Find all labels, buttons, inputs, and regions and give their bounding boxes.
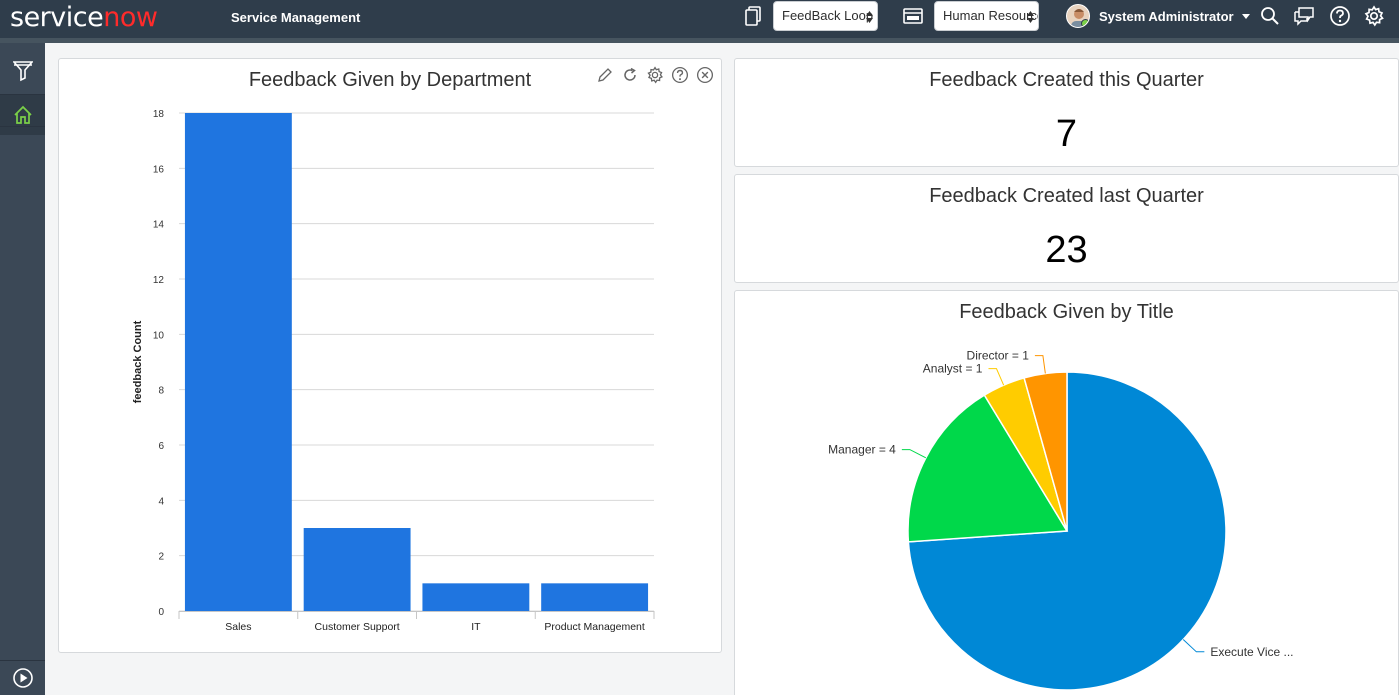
- chevron-down-icon: [1241, 13, 1250, 19]
- bar-customer-support: [303, 528, 411, 611]
- nav-filter[interactable]: [0, 51, 45, 91]
- search-icon[interactable]: [1259, 5, 1281, 27]
- x-tick-label: Customer Support: [315, 621, 400, 633]
- left-nav: [0, 43, 45, 695]
- last-quarter-widget: Feedback Created last Quarter 23: [734, 174, 1399, 283]
- last-quarter-count[interactable]: 23: [735, 229, 1398, 272]
- y-axis-label: feedback Count: [132, 320, 144, 403]
- y-tick-label: 0: [158, 607, 164, 618]
- user-name: System Administrator: [1099, 8, 1234, 24]
- filter-icon: [12, 61, 33, 82]
- bar-sales: [184, 113, 292, 611]
- select-arrows-icon: [1027, 11, 1034, 23]
- dept-widget: Feedback Given by Department 0 2 4 6 8 10 12 14…: [58, 58, 722, 653]
- help-icon[interactable]: [1328, 5, 1352, 27]
- dashboard-select-value: FeedBack Loop: [782, 8, 874, 23]
- y-tick-label: 8: [158, 386, 164, 397]
- play-icon: [12, 668, 33, 688]
- online-status-dot: [1081, 19, 1089, 27]
- y-tick-label: 6: [158, 441, 164, 452]
- x-tick-label: IT: [471, 621, 481, 633]
- last-quarter-widget-title: Feedback Created last Quarter: [929, 185, 1204, 207]
- pie-label: Analyst = 1: [923, 362, 983, 376]
- x-tick-label: Product Management: [544, 621, 644, 633]
- select-arrows-icon: [866, 11, 873, 23]
- x-tick-label: Sales: [225, 621, 251, 633]
- pie-label: Manager = 4: [828, 443, 896, 457]
- top-header: servicenow Service Management FeedBack L…: [0, 0, 1399, 43]
- window-icon[interactable]: [901, 5, 925, 27]
- user-menu[interactable]: System Administrator: [1066, 3, 1250, 29]
- nav-play[interactable]: [0, 658, 45, 695]
- pie-label-connector: [988, 368, 1005, 386]
- avatar: [1066, 4, 1090, 28]
- pie-label-connector: [901, 449, 927, 459]
- home-icon: [13, 105, 32, 124]
- y-tick-label: 16: [153, 164, 165, 175]
- bar-product-management: [541, 583, 649, 611]
- title-widget: Feedback Given by Title Execute Vice ...…: [734, 290, 1399, 695]
- quarter-count[interactable]: 7: [735, 113, 1398, 156]
- quarter-widget-title: Feedback Created this Quarter: [929, 69, 1204, 91]
- y-tick-label: 14: [153, 220, 165, 231]
- domain-select-value: Human Resources: [943, 8, 1038, 23]
- dashboard-select[interactable]: FeedBack Loop: [773, 1, 878, 31]
- logo-text-service: service: [10, 2, 104, 33]
- quarter-widget: Feedback Created this Quarter 7: [734, 58, 1399, 167]
- pie-label-connector: [1034, 355, 1046, 374]
- pie-label: Execute Vice ...: [1210, 645, 1293, 659]
- pie-label-connector: [1182, 639, 1205, 653]
- pie-label: Director = 1: [967, 349, 1030, 363]
- y-tick-label: 2: [158, 552, 164, 563]
- y-tick-label: 10: [153, 330, 165, 341]
- chat-icon[interactable]: [1292, 5, 1316, 27]
- logo-text-now: now: [103, 2, 158, 33]
- copy-icon[interactable]: [742, 5, 764, 27]
- y-tick-label: 4: [158, 496, 164, 507]
- gear-icon[interactable]: [1362, 4, 1386, 28]
- app-title: Service Management: [231, 10, 361, 25]
- bar-it: [422, 583, 530, 611]
- domain-select[interactable]: Human Resources: [934, 1, 1039, 31]
- dept-bar-chart: 0 2 4 6 8 10 12 14 16 18 feedback Count Sales Custom…: [132, 109, 655, 633]
- nav-home[interactable]: [0, 95, 45, 135]
- servicenow-logo[interactable]: servicenow: [10, 2, 158, 33]
- y-tick-label: 18: [153, 109, 165, 120]
- nav-divider: [0, 126, 45, 127]
- title-pie-chart: Execute Vice ... Manager = 4 Analyst = 1Di…: [828, 349, 1294, 691]
- y-tick-label: 12: [153, 275, 165, 286]
